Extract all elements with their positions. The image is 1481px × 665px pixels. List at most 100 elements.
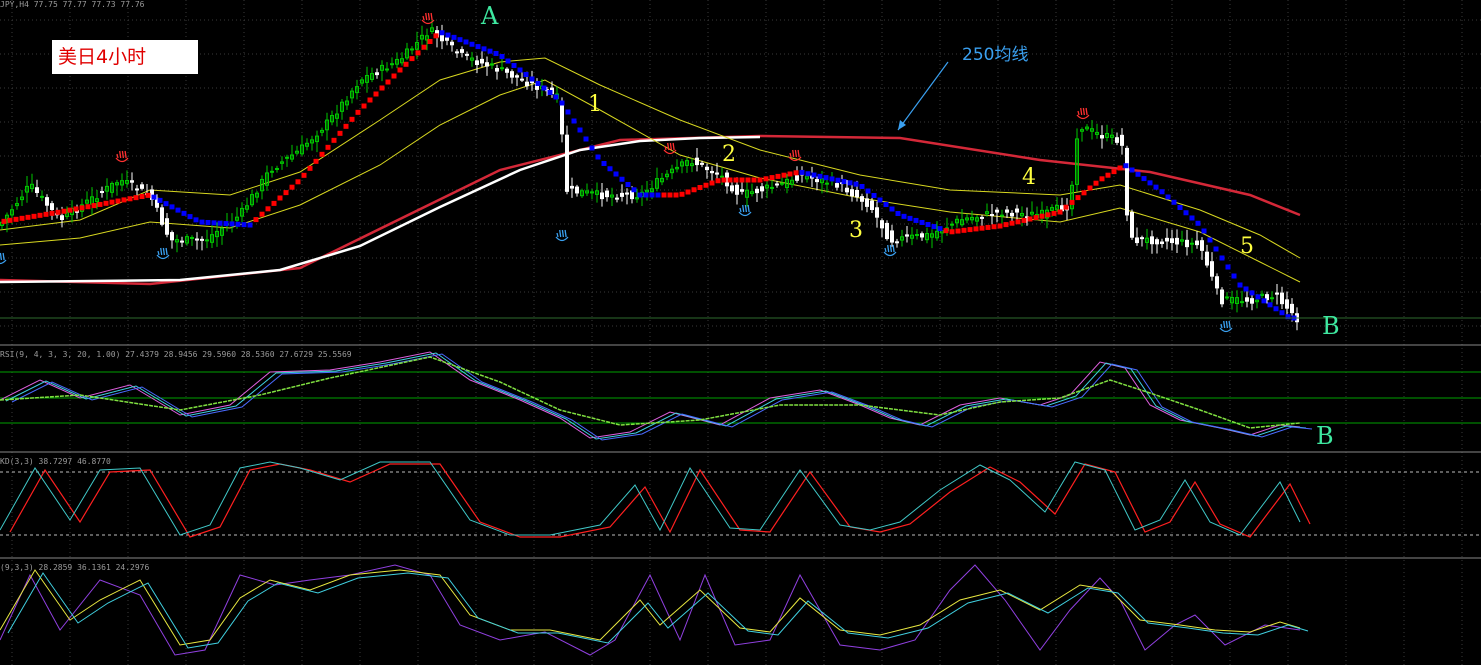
trend-dot-up [973, 226, 979, 232]
trend-dot-down [559, 100, 565, 106]
candle-body [700, 162, 704, 165]
trend-dot-up [1015, 219, 1021, 225]
trend-dot-down [247, 222, 253, 228]
kd-panel [0, 461, 1481, 538]
trend-dot-down [175, 207, 181, 213]
trend-dot-up [673, 192, 679, 198]
trend-dot-up [1045, 212, 1051, 218]
trend-dot-down [1225, 264, 1231, 270]
kdj-line-yellow [0, 569, 1301, 646]
hand-finger [794, 149, 798, 158]
candle-body [1170, 238, 1174, 244]
trend-dot-down [877, 197, 883, 203]
trend-dot-up [73, 206, 79, 212]
candle-body [285, 156, 289, 159]
hand-finger [667, 142, 670, 151]
candle-body [35, 187, 39, 194]
trend-dot-up [271, 200, 277, 206]
trend-dot-up [13, 216, 19, 222]
candle-body [1000, 214, 1004, 217]
candle-body [195, 238, 199, 241]
trend-dot-down [931, 224, 937, 230]
hand-finger [0, 252, 3, 261]
fractal-down-icon [1219, 320, 1233, 333]
hand-finger [160, 247, 163, 256]
trend-dot-up [997, 223, 1003, 229]
trend-dot-down [1273, 306, 1279, 312]
trend-dot-down [847, 180, 853, 186]
candle-body [775, 183, 779, 186]
candle-body [920, 233, 924, 238]
hand-finger [672, 142, 675, 151]
candle-body [815, 179, 819, 183]
candle-body [1270, 297, 1274, 300]
hand-finger [887, 244, 890, 253]
trend-dot-up [91, 203, 97, 209]
candle-body [1215, 276, 1219, 289]
candle-body [575, 186, 579, 194]
trend-dot-down [1123, 163, 1129, 169]
trend-dot-down [937, 226, 943, 232]
trend-dot-down [517, 67, 523, 73]
trend-dot-down [163, 201, 169, 207]
trend-dot-up [709, 180, 715, 186]
trend-dot-down [205, 219, 211, 225]
label-wave-1: 1 [588, 92, 602, 117]
candle-body [875, 207, 879, 218]
hand-finger [1228, 320, 1231, 329]
trend-dot-up [979, 225, 985, 231]
grid-lines [0, 0, 1481, 665]
trend-dot-down [529, 76, 535, 82]
candle-body [1010, 212, 1014, 217]
label-ma250: 250均线 [962, 45, 1029, 65]
trend-dot-up [139, 194, 145, 200]
candle-body [1120, 134, 1124, 146]
candle-body [1165, 237, 1169, 242]
candle-body [825, 182, 829, 185]
candle-body [870, 200, 874, 210]
trend-dot-down [853, 181, 859, 187]
fractal-up-icon [1076, 107, 1090, 120]
trend-dot-down [607, 166, 613, 172]
candle-body [500, 67, 504, 70]
trend-dot-down [535, 81, 541, 86]
trend-dot-down [811, 172, 817, 178]
trend-dot-up [733, 177, 739, 183]
trend-dot-up [61, 208, 67, 214]
trend-dot-down [469, 41, 475, 47]
hand-finger [1080, 107, 1083, 116]
candle-body [715, 172, 719, 175]
hand-finger [425, 12, 428, 21]
trend-dot-up [109, 199, 115, 205]
trend-dot-up [433, 33, 439, 39]
candle-body [1100, 135, 1104, 139]
trend-dot-up [253, 217, 259, 223]
hand-finger [1085, 107, 1088, 116]
candle-body [450, 41, 454, 46]
trend-dot-down [1201, 228, 1207, 234]
trend-dot-down [493, 50, 499, 56]
trend-dot-down [457, 37, 463, 43]
chart-canvas [0, 0, 1481, 665]
trend-dot-up [349, 116, 355, 122]
rsi-line-cyan [5, 352, 1307, 440]
kdj-line-purple [0, 564, 1301, 656]
hand-finger [119, 150, 122, 159]
candle-body [735, 184, 739, 195]
rsi-header: RSI(9, 4, 3, 3, 20, 1.00) 27.4379 28.945… [0, 350, 352, 359]
candle-body [160, 207, 164, 225]
trend-dot-up [295, 179, 301, 185]
trend-dot-down [511, 63, 517, 68]
hand-finger [747, 204, 750, 213]
trend-dot-down [445, 32, 451, 38]
candle-body [495, 68, 499, 72]
candle-body [1015, 208, 1019, 213]
trend-dot-down [625, 182, 631, 187]
trend-dot-down [1243, 286, 1249, 292]
fractal-down-icon [738, 204, 752, 217]
candle-body [1210, 261, 1214, 277]
candle-body [1195, 240, 1199, 246]
candle-body [460, 49, 464, 53]
trend-dot-up [19, 215, 25, 221]
trend-dot-down [883, 202, 889, 207]
